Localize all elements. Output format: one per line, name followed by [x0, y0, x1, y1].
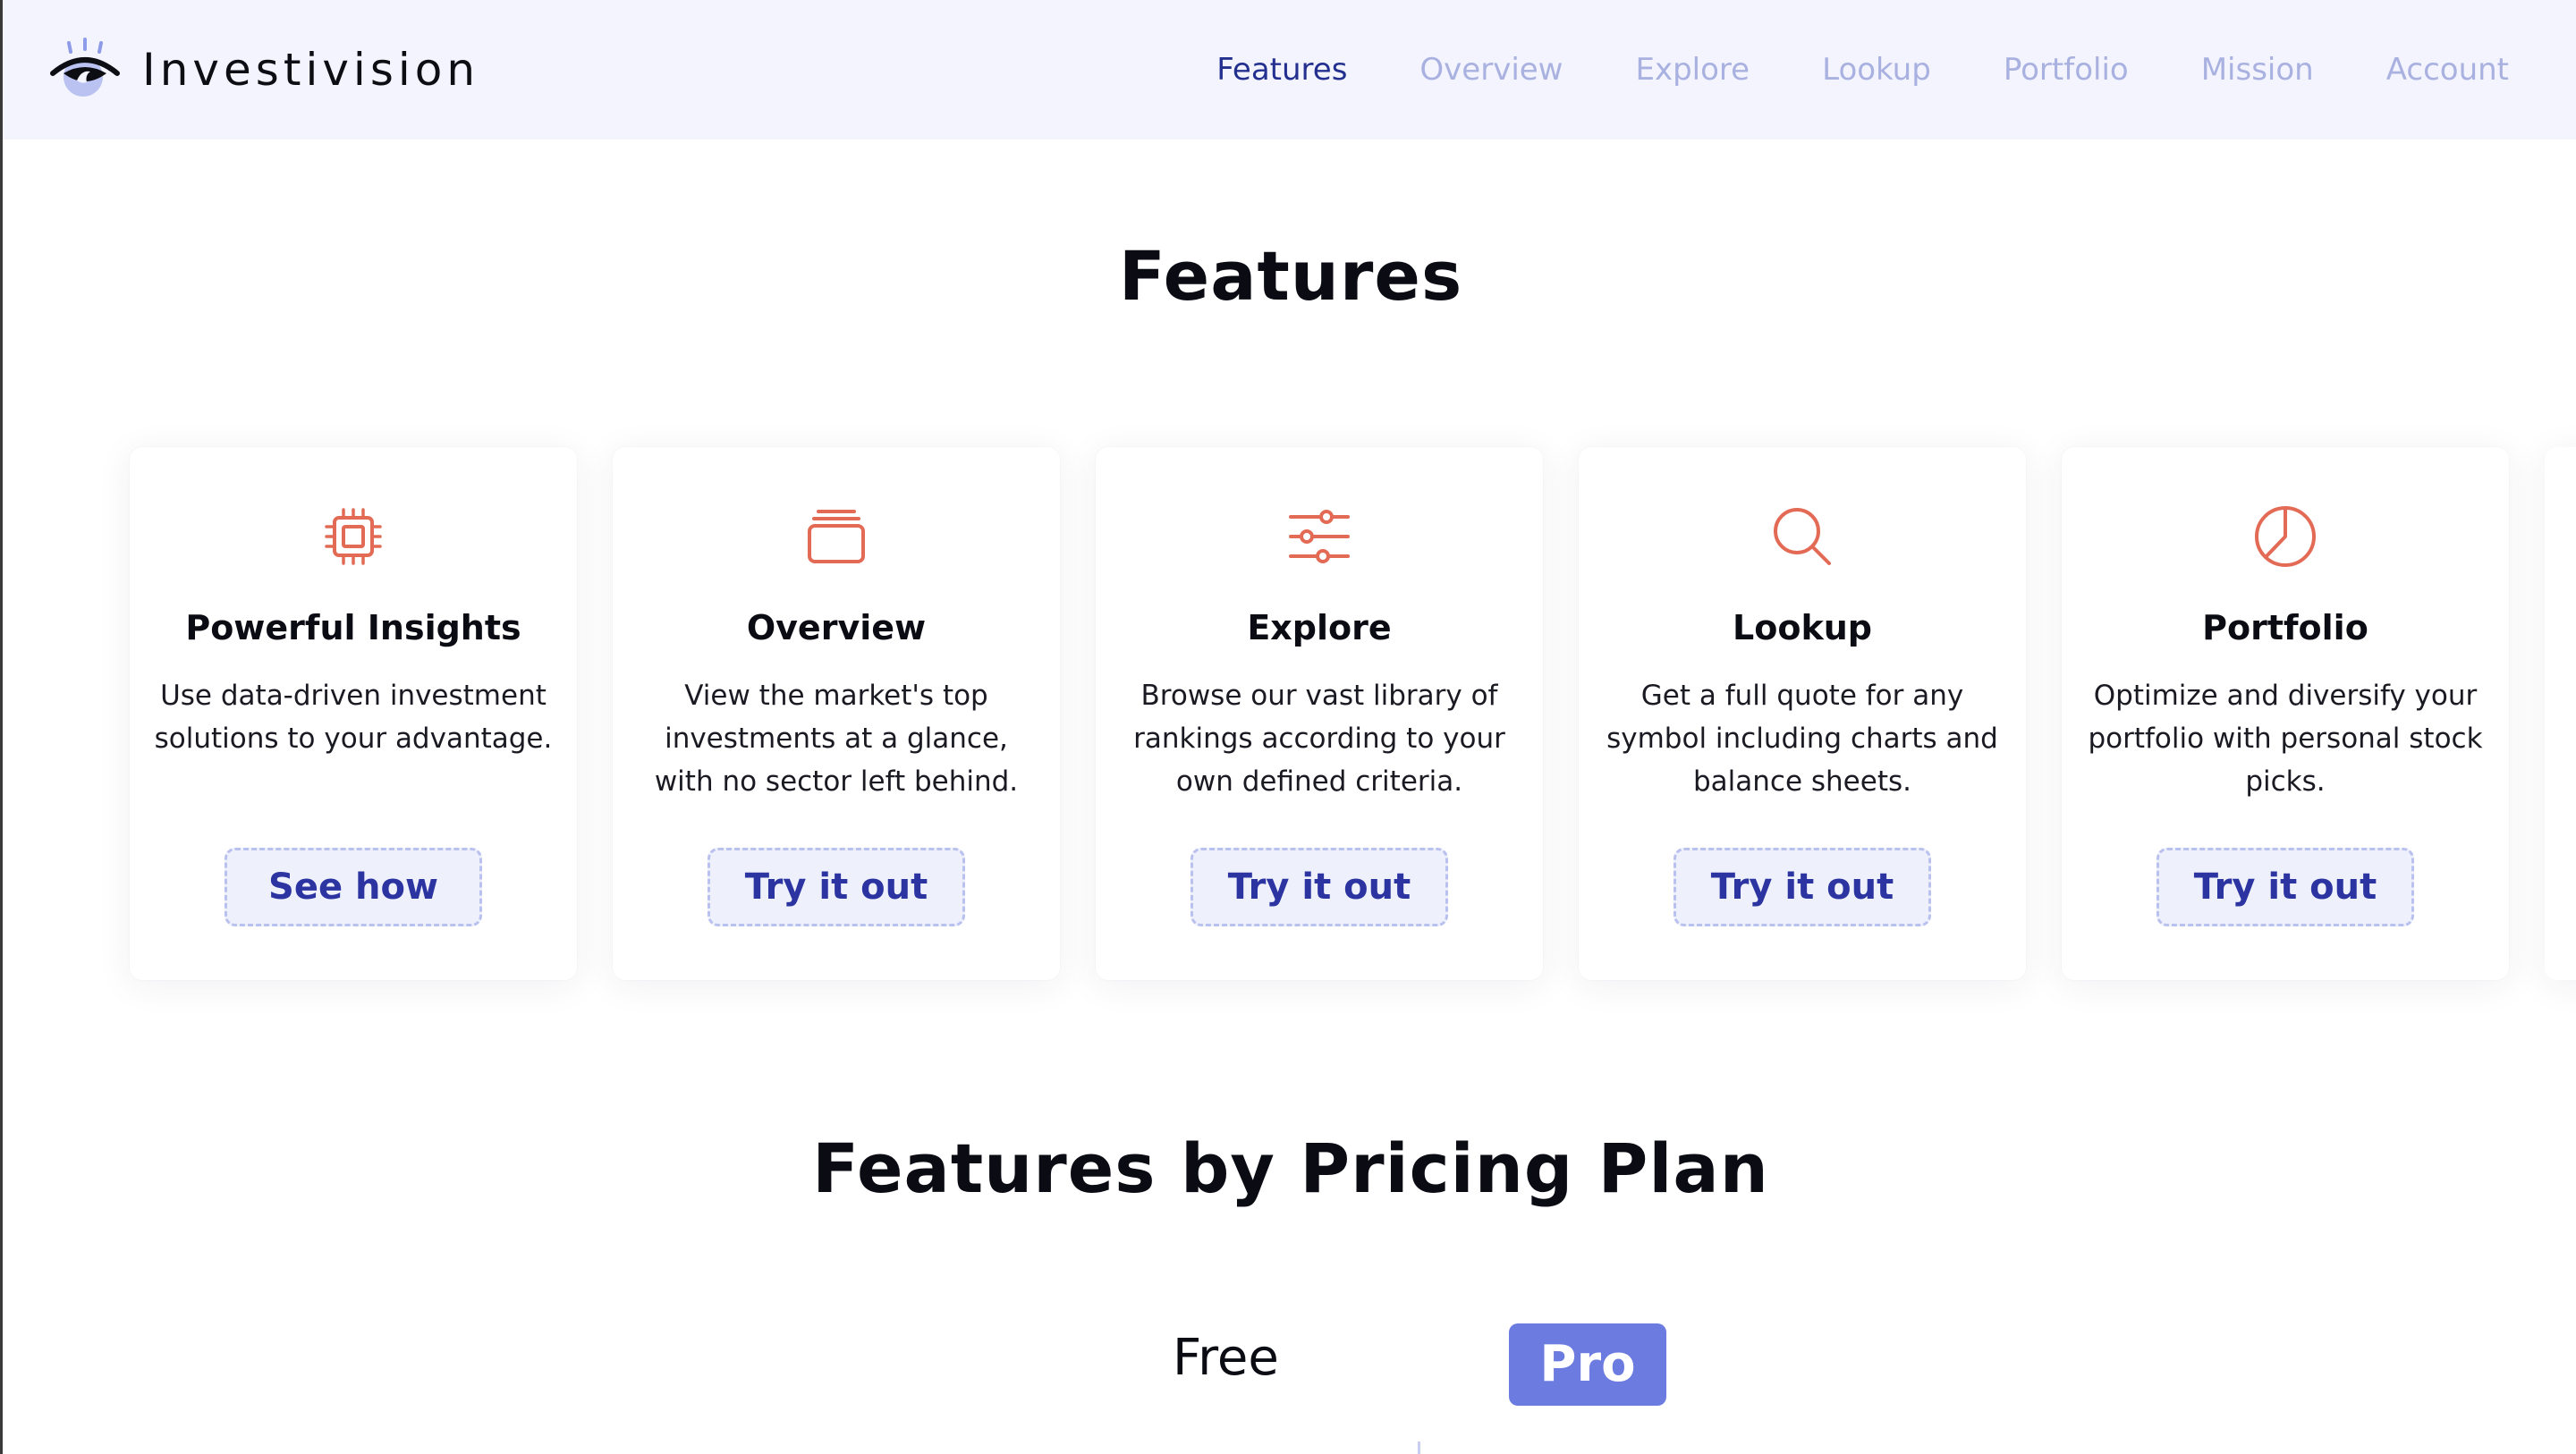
page: Investivision Features Overview Explore … [0, 0, 2576, 1454]
search-icon [1768, 503, 1836, 571]
card-description: Optimize and diversify your portfolio wi… [2088, 680, 2483, 798]
feature-card-overview: Overview View the market's top investmen… [613, 447, 1060, 980]
nav-item-mission[interactable]: Mission [2201, 52, 2314, 88]
try-it-out-button[interactable]: Try it out [1191, 848, 1448, 926]
plan-tab-pro[interactable]: Pro [1509, 1323, 1666, 1406]
nav-item-portfolio[interactable]: Portfolio [2004, 52, 2129, 88]
pie-chart-icon [2251, 503, 2319, 571]
brand[interactable]: Investivision [49, 34, 479, 106]
card-description: Browse our vast library of rankings acco… [1133, 680, 1505, 798]
try-it-out-button[interactable]: Try it out [1674, 848, 1931, 926]
card-title: Portfolio [2202, 608, 2368, 647]
nav-item-features[interactable]: Features [1216, 52, 1347, 88]
card-title: Powerful Insights [185, 608, 521, 647]
cpu-chip-icon [319, 503, 387, 571]
feature-cards: Powerful Insights Use data-driven invest… [130, 447, 2576, 980]
stacked-cards-icon [802, 503, 870, 571]
see-how-button[interactable]: See how [225, 848, 482, 926]
top-navbar: Investivision Features Overview Explore … [3, 0, 2576, 139]
nav-item-explore[interactable]: Explore [1636, 52, 1750, 88]
card-description: View the market's top investments at a g… [654, 680, 1019, 798]
plan-tab-free[interactable]: Free [1173, 1329, 1279, 1387]
main-nav: Features Overview Explore Lookup Portfol… [1144, 0, 2509, 139]
pricing-heading: Features by Pricing Plan [812, 1129, 1769, 1208]
nav-item-account[interactable]: Account [2386, 52, 2509, 88]
card-description: Get a full quote for any symbol includin… [1606, 680, 1998, 798]
card-title: Overview [746, 608, 927, 647]
nav-item-lookup[interactable]: Lookup [1822, 52, 1931, 88]
feature-card-portfolio: Portfolio Optimize and diversify your po… [2062, 447, 2509, 980]
try-it-out-button[interactable]: Try it out [2157, 848, 2414, 926]
feature-card-lookup: Lookup Get a full quote for any symbol i… [1579, 447, 2026, 980]
sliders-icon [1285, 503, 1353, 571]
feature-card-powerful-insights: Powerful Insights Use data-driven invest… [130, 447, 577, 980]
card-description: Use data-driven investment solutions to … [154, 680, 553, 755]
eye-logo-icon [50, 38, 120, 97]
card-title: Lookup [1733, 608, 1872, 647]
card-title: Explore [1247, 608, 1392, 647]
try-it-out-button[interactable]: Try it out [708, 848, 965, 926]
feature-card-explore: Explore Browse our vast library of ranki… [1096, 447, 1543, 980]
features-heading: Features [1118, 236, 1463, 316]
nav-item-overview[interactable]: Overview [1419, 52, 1563, 88]
plan-divider [1418, 1441, 1420, 1454]
feature-card-next-partial [2545, 447, 2576, 980]
brand-name: Investivision [142, 44, 480, 96]
